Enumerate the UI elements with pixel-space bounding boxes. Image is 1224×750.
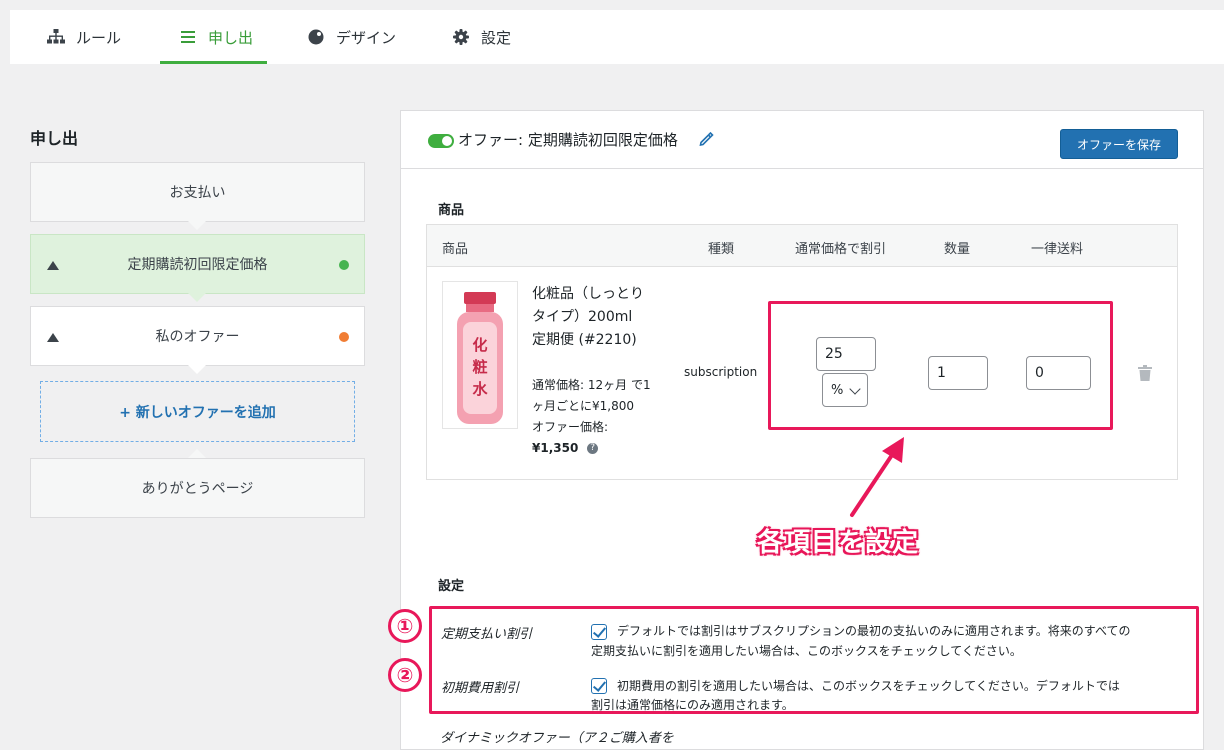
offer-title: オファー: 定期購読初回限定価格 xyxy=(458,131,678,149)
step-payment[interactable]: お支払い xyxy=(30,162,365,222)
offers-heading: 申し出 xyxy=(30,129,79,148)
list-icon xyxy=(178,27,198,47)
product-name[interactable]: 化粧品（しっとりタイプ）200ml 定期便 (#2210) xyxy=(532,283,652,352)
marker-1: ① xyxy=(388,609,422,643)
step-notch xyxy=(188,365,206,374)
initial-fee-discount-checkbox[interactable] xyxy=(591,678,607,694)
callout-text: 各項目を設定 xyxy=(757,528,920,558)
step-notch xyxy=(188,449,206,458)
add-offer-button[interactable]: + 新しいオファーを追加 xyxy=(40,381,355,442)
product-price: 通常価格: 12ヶ月 で1ヶ月ごとに¥1,800 オファー価格: ¥1,350 … xyxy=(532,375,662,459)
help-icon[interactable]: ? xyxy=(587,443,599,454)
step-offer-mine[interactable]: 私のオファー xyxy=(30,306,365,366)
product-image: 化 粧 水 xyxy=(442,281,518,429)
step-label: お支払い xyxy=(169,185,226,201)
tab-settings[interactable]: 設定 xyxy=(451,10,511,64)
offer-price-value: ¥1,350 xyxy=(532,441,579,455)
initial-fee-discount-desc-1: 初期費用の割引を適用したい場合は、このボックスをチェックしてください。デフォルト… xyxy=(617,679,1120,693)
tab-label: 申し出 xyxy=(208,28,254,47)
step-label: 私のオファー xyxy=(155,329,240,345)
step-offer-active[interactable]: 定期購読初回限定価格 xyxy=(30,234,365,294)
table-header: 商品 種類 通常価格で割引 数量 一律送料 xyxy=(427,225,1177,267)
regular-price: 通常価格: 12ヶ月 で1ヶ月ごとに¥1,800 xyxy=(532,378,651,413)
col-discount: 通常価格で割引 xyxy=(795,242,887,257)
status-dot-active xyxy=(339,260,349,270)
product-label-text: 粧 xyxy=(472,358,487,376)
trash-icon[interactable] xyxy=(1138,365,1152,381)
col-shipping: 一律送料 xyxy=(1031,242,1084,257)
offer-price-label: オファー価格: xyxy=(532,420,609,434)
marker-2: ② xyxy=(388,658,422,692)
step-label: ありがとうページ xyxy=(141,481,254,497)
tab-offers[interactable]: 申し出 xyxy=(159,10,268,64)
initial-fee-discount-desc-2: 割引は通常価格にのみ適用されます。 xyxy=(591,698,794,712)
tab-label: デザイン xyxy=(336,28,397,47)
gear-icon xyxy=(451,27,471,47)
sitemap-icon xyxy=(46,27,66,47)
dynamic-offer-label: ダイナミックオファー（ア２ご購入者を xyxy=(440,731,674,746)
move-up-icon[interactable] xyxy=(47,333,59,342)
recurring-discount-desc-1: デフォルトでは割引はサブスクリプションの最初の支払いのみに適用されます。将来のす… xyxy=(617,624,1131,638)
move-up-icon[interactable] xyxy=(47,261,59,270)
col-quantity: 数量 xyxy=(944,242,971,257)
inputs-highlight-box xyxy=(768,301,1113,430)
products-section-title: 商品 xyxy=(438,203,465,218)
tab-rules[interactable]: ルール xyxy=(46,10,121,64)
step-label: 定期購読初回限定価格 xyxy=(127,257,268,273)
product-label-text: 化 xyxy=(472,336,487,354)
recurring-discount-checkbox[interactable] xyxy=(591,624,607,640)
status-dot-inactive xyxy=(339,332,349,342)
tab-label: ルール xyxy=(76,28,122,47)
offer-header: オファー: 定期購読初回限定価格 オファーを保存 xyxy=(401,111,1203,169)
save-offer-button[interactable]: オファーを保存 xyxy=(1060,129,1178,159)
settings-section-title: 設定 xyxy=(438,579,465,594)
callout-arrow xyxy=(850,437,904,517)
top-tab-bar: ルール 申し出 デザイン 設定 xyxy=(10,10,1224,64)
recurring-discount-desc-2: 定期支払いに割引を適用したい場合は、このボックスをチェックしてください。 xyxy=(591,644,1022,658)
step-notch xyxy=(188,293,206,302)
recurring-discount-label: 定期支払い割引 xyxy=(441,627,533,642)
tab-label: 設定 xyxy=(481,28,512,47)
offer-toggle[interactable] xyxy=(428,134,454,148)
tab-design[interactable]: デザイン xyxy=(306,10,396,64)
step-notch xyxy=(188,221,206,230)
initial-fee-discount-label: 初期費用割引 xyxy=(441,681,520,696)
pencil-icon[interactable] xyxy=(698,131,714,147)
product-label-text: 水 xyxy=(472,380,488,398)
col-product: 商品 xyxy=(442,242,469,257)
step-thank-you[interactable]: ありがとうページ xyxy=(30,458,365,518)
palette-icon xyxy=(306,27,326,47)
col-type: 種類 xyxy=(708,242,735,257)
product-type: subscription xyxy=(684,365,758,379)
